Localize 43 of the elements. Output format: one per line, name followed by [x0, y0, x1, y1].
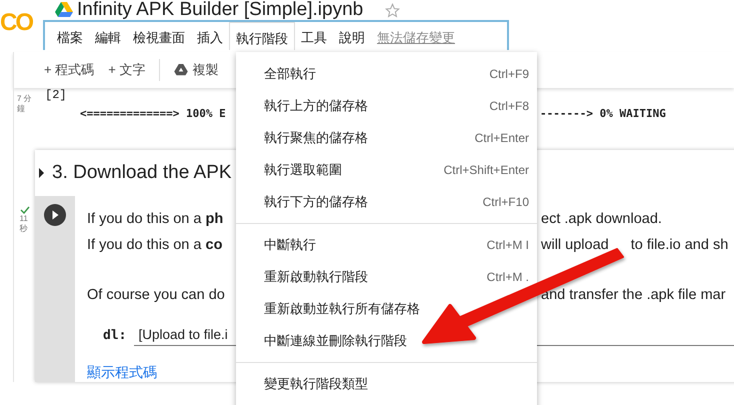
menu-bar-item[interactable]: 工具 — [295, 22, 333, 50]
add-cell-button[interactable]: + 文字 — [108, 61, 146, 79]
form-label: dl: — [103, 328, 126, 342]
run-button[interactable] — [44, 204, 66, 226]
menu-item[interactable]: 重新啟動並執行所有儲存格 — [236, 293, 537, 325]
menu-bar-item[interactable]: 執行階段 — [229, 22, 295, 50]
logo: CO — [0, 8, 34, 38]
menu-bar-item[interactable]: 插入 — [191, 22, 229, 50]
add-cell-button[interactable]: + 程式碼 — [44, 61, 94, 79]
text-line: to file.io and sh — [630, 236, 728, 255]
menu-item[interactable]: 重新啟動執行階段 Ctrl+M . — [236, 261, 537, 293]
drive-icon — [174, 64, 188, 76]
elapsed-time: 11 秒 — [20, 214, 29, 234]
text-line: If you do this on a ph — [87, 211, 224, 227]
text-line: If you do this on a co — [87, 237, 222, 253]
copy-to-drive-button[interactable]: 複製 — [192, 61, 218, 79]
menu-item[interactable]: 執行聚焦的儲存格 Ctrl+Enter — [236, 122, 537, 154]
progress-output: <=============> 100% E — [79, 107, 227, 120]
drive-icon — [55, 2, 73, 18]
progress-output: -------> 0% WAITING — [540, 107, 666, 120]
star-icon[interactable] — [385, 2, 400, 18]
save-status-link[interactable]: 無法儲存變更 — [371, 22, 461, 50]
execution-count: [2] — [45, 88, 68, 102]
menu-item[interactable]: 中斷執行 Ctrl+M I — [236, 229, 537, 261]
menu-bar-item[interactable]: 編輯 — [89, 22, 127, 50]
menu-item[interactable]: 執行選取範圍 Ctrl+Shift+Enter — [236, 154, 537, 186]
menu-bar-item[interactable]: 說明 — [333, 22, 371, 50]
menu-item[interactable]: 變更執行階段類型 — [236, 368, 537, 400]
text-line: ect .apk download. — [541, 210, 662, 229]
text-line: Of course you can do — [87, 287, 225, 303]
collapse-triangle-icon[interactable] — [39, 168, 44, 178]
notebook-title[interactable]: Infinity APK Builder [Simple].ipynb — [77, 0, 364, 21]
menu-item[interactable]: 執行上方的儲存格 Ctrl+F8 — [236, 90, 537, 122]
menu-item[interactable]: 執行下方的儲存格 Ctrl+F10 — [236, 186, 537, 218]
text-line: will upload — [541, 236, 609, 255]
menu-bar-item[interactable]: 檢視畫面 — [127, 22, 191, 50]
menu-item[interactable]: 中斷連線並刪除執行階段 — [236, 325, 537, 357]
section-heading: 3. Download the APK — [52, 162, 232, 184]
text-line: and transfer the .apk file mar — [541, 286, 726, 305]
menu-item[interactable]: 全部執行 Ctrl+F9 — [236, 58, 537, 90]
menu-bar-item[interactable]: 檔案 — [51, 22, 89, 50]
show-code-link[interactable]: 顯示程式碼 — [87, 364, 157, 382]
elapsed-time: 7 分鐘 — [16, 93, 33, 115]
